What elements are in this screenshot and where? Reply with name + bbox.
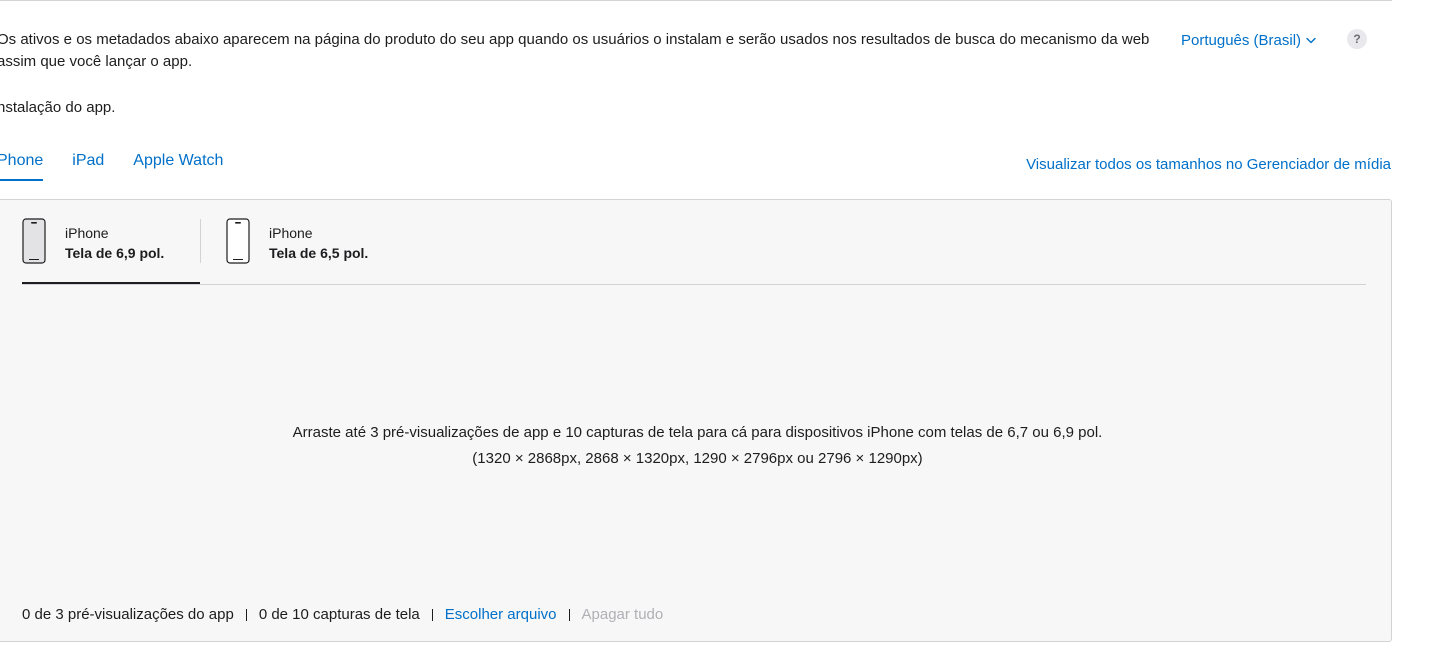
top-divider [0,0,1392,1]
chevron-down-icon [1306,37,1316,44]
description-text-2: nstalação do app. [0,99,116,116]
device-tabs-underline [22,284,1366,285]
drop-zone[interactable]: Arraste até 3 pré-visualizações de app e… [0,420,1395,472]
footer-separator [568,609,570,621]
device-tab-divider [200,219,201,263]
delete-all-button[interactable]: Apagar tudo [582,604,664,626]
drop-zone-dimensions: (1320 × 2868px, 2868 × 1320px, 1290 × 27… [472,450,923,467]
device-size-label: Tela de 6,9 pol. [65,245,165,261]
upload-footer: 0 de 3 pré-visualizações do app 0 de 10 … [22,604,663,626]
footer-separator [245,609,247,621]
tab-iphone[interactable]: Phone [0,150,44,181]
language-label: Português (Brasil) [1181,31,1302,49]
description-text: Os ativos e os metadados abaixo aparecem… [0,31,1150,70]
media-manager-link[interactable]: Visualizar todos os tamanhos no Gerencia… [1026,154,1391,176]
device-tabs: iPhone Tela de 6,9 pol. iPhone Tela de 6… [22,218,420,284]
previews-count: 0 de 3 pré-visualizações do app [22,606,234,623]
iphone-icon [22,218,46,264]
device-type-label: iPhone [269,225,313,241]
choose-file-button[interactable]: Escolher arquivo [445,604,557,626]
drop-zone-instructions: Arraste até 3 pré-visualizações de app e… [292,424,1103,441]
device-type-label: iPhone [65,225,109,241]
device-tab-iphone-6-9[interactable]: iPhone Tela de 6,9 pol. [22,218,200,284]
device-tab-iphone-6-5[interactable]: iPhone Tela de 6,5 pol. [200,218,420,284]
help-icon[interactable]: ? [1347,29,1367,49]
iphone-icon [226,218,250,264]
tab-apple-watch[interactable]: Apple Watch [133,150,223,181]
screenshots-count: 0 de 10 capturas de tela [258,606,420,623]
device-size-label: Tela de 6,5 pol. [269,245,369,261]
footer-separator [431,609,433,621]
platform-tabs: Phone iPad Apple Watch [0,150,252,181]
language-selector[interactable]: Português (Brasil) [1181,29,1316,51]
tab-ipad[interactable]: iPad [72,150,104,181]
